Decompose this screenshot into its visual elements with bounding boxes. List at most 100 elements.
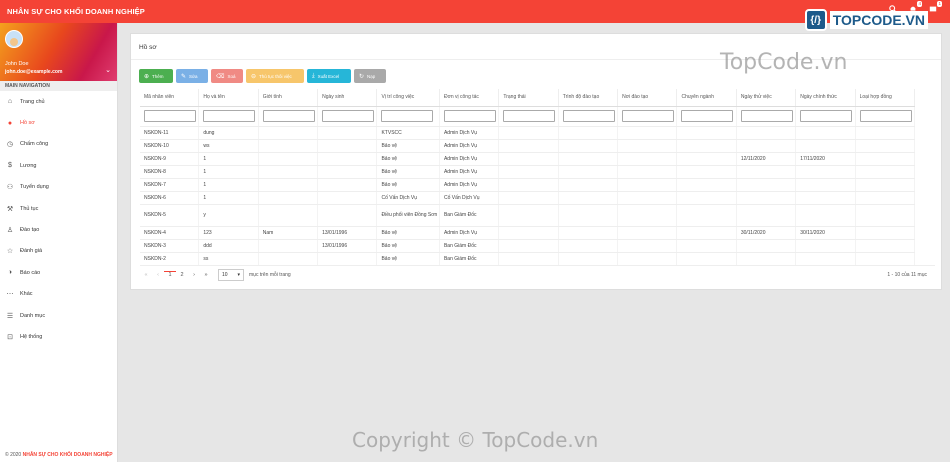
table-cell: Nam (258, 226, 319, 240)
filter-input[interactable] (203, 109, 256, 122)
table-cell (498, 139, 559, 153)
sidebar-item-report[interactable]: ◑ Báo cáo (0, 262, 117, 283)
table-cell: Ban Giám Đốc (439, 252, 500, 266)
filter-input[interactable] (859, 109, 912, 122)
column-header[interactable]: Ngày sinh (317, 89, 378, 107)
page-1-button[interactable]: 1 (164, 271, 176, 278)
plus-icon: ⊕ (144, 73, 150, 80)
column-header[interactable]: Nơi đào tạo (617, 89, 678, 107)
table-cell (795, 139, 856, 153)
table-cell (855, 178, 916, 192)
sidebar-item-evaluation[interactable]: ☆ Đánh giá (0, 241, 117, 262)
sidebar-item-system[interactable]: ⊡ Hệ thống (0, 326, 117, 347)
resignation-procedure-button[interactable]: ⊖ Thủ tục thôi việc (246, 69, 304, 83)
sidebar-item-label: Đánh giá (20, 248, 43, 255)
sidebar-item-attendance[interactable]: ◷ Chấm công (0, 134, 117, 155)
column-header[interactable]: Trạng thái (498, 89, 559, 107)
notification-count: 4 (917, 1, 922, 7)
table-cell: Bảo vệ (376, 226, 440, 240)
reload-button[interactable]: ↻ Nạp (354, 69, 386, 83)
export-excel-button[interactable]: ⤓ Xuất Excel (307, 69, 351, 83)
table-cell: Cố Vấn Dịch Vụ (376, 191, 440, 205)
table-cell (855, 152, 916, 166)
table-row[interactable]: NSKDN-2 ss Bảo vệ Ban Giám Đốc (140, 252, 916, 266)
table-cell (676, 178, 737, 192)
filter-input[interactable] (740, 109, 793, 122)
column-header[interactable]: Ngày thử việc (736, 89, 797, 107)
sidebar-item-home[interactable]: ⌂ Trang chủ (0, 91, 117, 112)
table-cell: 1 (198, 178, 259, 192)
table-row[interactable]: NSKDN-4 123 Nam 13/01/1996 Bảo vệ Admin Dịch … (140, 226, 916, 240)
table-row[interactable]: NSKDN-9 1 Bảo vệ Admin Dịch Vụ 12/11/2020 17/… (140, 152, 916, 166)
table-cell: NSKDN-8 (140, 165, 200, 179)
table-row[interactable]: NSKDN-10 ws Bảo vệ Admin Dịch Vụ (140, 139, 916, 153)
table-cell (317, 152, 378, 166)
column-header[interactable]: Giới tính (258, 89, 319, 107)
table-header-row: Mã nhân viên Họ và tên Giới tính Ngày si… (140, 89, 916, 107)
prev-page-icon[interactable]: ‹ (152, 272, 164, 278)
table-cell: Điều phối viên Đồng Sơn (376, 204, 440, 227)
table-cell (317, 204, 378, 227)
table-cell: 13/01/1996 (317, 226, 378, 240)
topcode-logo-icon: {/} (804, 9, 827, 31)
table-cell: Ban Giám Đốc (439, 204, 500, 227)
message-icon[interactable]: 1 (928, 1, 942, 14)
table-cell: Bảo vệ (376, 152, 440, 166)
filter-input[interactable] (800, 109, 853, 122)
table-row[interactable]: NSKDN-8 1 Bảo vệ Admin Dịch Vụ (140, 165, 916, 179)
column-header[interactable]: Đơn vị công tác (439, 89, 500, 107)
next-page-icon[interactable]: › (188, 272, 200, 278)
delete-button[interactable]: ⌫ Xoá (211, 69, 243, 83)
column-header[interactable]: Ngày chính thức (795, 89, 856, 107)
first-page-icon[interactable]: « (140, 272, 152, 278)
table-cell (676, 139, 737, 153)
sidebar-item-recruitment[interactable]: ⚇ Tuyển dụng (0, 177, 117, 198)
filter-input[interactable] (381, 109, 434, 122)
sidebar-item-salary[interactable]: $ Lương (0, 155, 117, 176)
sidebar-item-procedure[interactable]: ⚒ Thủ tục (0, 198, 117, 219)
table-cell (498, 191, 559, 205)
column-header[interactable]: Họ và tên (198, 89, 259, 107)
column-header[interactable]: Chuyên ngành (676, 89, 737, 107)
table-cell: 1 (198, 165, 259, 179)
page-size-select[interactable]: 10 ▾ (218, 268, 244, 281)
filter-input[interactable] (503, 109, 556, 122)
table-row[interactable]: NSKDN-3 ddd 13/01/1996 Bảo vệ Ban Giám Đốc (140, 239, 916, 253)
table-row[interactable]: NSKDN-7 1 Bảo vệ Admin Dịch Vụ (140, 178, 916, 192)
table-row[interactable]: NSKDN-6 1 Cố Vấn Dịch Vụ Cố Vấn Dịch Vụ (140, 191, 916, 205)
page-2-button[interactable]: 2 (176, 272, 188, 278)
avatar[interactable] (5, 30, 23, 48)
table-row[interactable]: NSKDN-11 dung KTVSCC Admin Dịch Vụ (140, 126, 916, 140)
column-header[interactable]: Loại hợp đồng (855, 89, 916, 107)
filter-input[interactable] (262, 109, 315, 122)
sidebar-item-label: Hồ sơ (20, 120, 35, 127)
app-title[interactable]: NHÂN SỰ CHO KHỐI DOANH NGHIỆP (7, 7, 145, 16)
filter-input[interactable] (681, 109, 734, 122)
table-cell: NSKDN-5 (140, 204, 200, 227)
sidebar-item-profile[interactable]: ● Hồ sơ (0, 112, 117, 133)
filter-input[interactable] (562, 109, 615, 122)
sidebar-item-other[interactable]: ⋯ Khác (0, 284, 117, 305)
filter-input[interactable] (622, 109, 675, 122)
column-header[interactable]: Vị trí công việc (376, 89, 440, 107)
table-row[interactable]: NSKDN-5 y Điều phối viên Đồng Sơn Ban Giám … (140, 204, 916, 227)
filter-input[interactable] (322, 109, 375, 122)
sidebar-item-training[interactable]: ♙ Đào tạo (0, 219, 117, 240)
last-page-icon[interactable]: » (200, 272, 212, 278)
filter-input[interactable] (144, 109, 196, 122)
sidebar-item-label: Thủ tục (20, 205, 39, 212)
table-cell (498, 165, 559, 179)
column-header[interactable]: Trình độ đào tạo (558, 89, 619, 107)
table-cell: Bảo vệ (376, 239, 440, 253)
sidebar-item-catalog[interactable]: ☰ Danh mục (0, 305, 117, 326)
chevron-down-icon[interactable]: ⌄ (105, 66, 111, 74)
table-cell (498, 178, 559, 192)
column-header[interactable]: Mã nhân viên (140, 89, 200, 107)
table-cell (855, 252, 916, 266)
add-button[interactable]: ⊕ Thêm (139, 69, 173, 83)
filter-input[interactable] (443, 109, 496, 122)
table-cell: 1 (198, 191, 259, 205)
sidebar-footer: © 2020 NHÂN SỰ CHO KHỐI DOANH NGHIỆP (5, 452, 113, 458)
edit-button[interactable]: ✎ Sửa (176, 69, 208, 83)
footer-brand: NHÂN SỰ CHO KHỐI DOANH NGHIỆP (22, 452, 113, 458)
